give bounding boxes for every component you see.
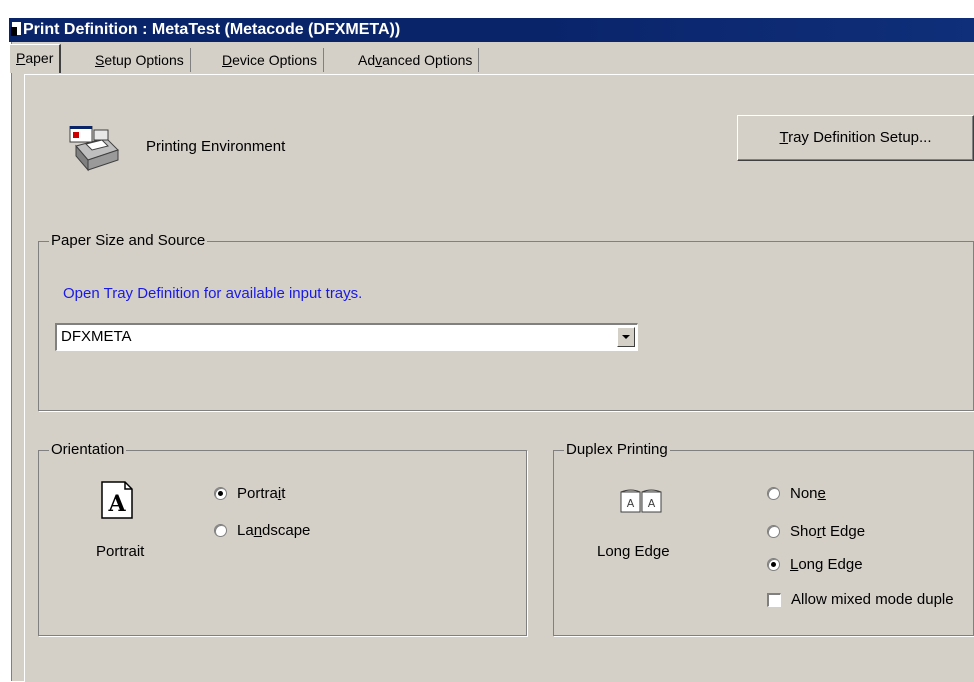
svg-text:A: A [107, 491, 126, 517]
link-text-mnemonic: y [343, 285, 351, 302]
radio-duplex-long-edge[interactable]: Long Edge [767, 556, 863, 573]
radio-portrait-post: t [281, 485, 286, 502]
tab-setup-mnemonic: S [95, 52, 105, 68]
mixed-mode-label: Allow mixed mode duple [791, 591, 954, 608]
tab-paper-label: aper [25, 50, 54, 66]
tab-paper[interactable]: Paper [9, 44, 62, 73]
radio-landscape-post: dscape [262, 522, 311, 539]
tab-setup-options[interactable]: Setup Options [89, 48, 191, 72]
chevron-down-icon[interactable] [617, 327, 635, 347]
duplex-icon-caption: Long Edge [597, 543, 670, 560]
tab-device-mnemonic: D [222, 52, 233, 68]
svg-text:A: A [627, 497, 635, 510]
radio-none-mnemonic: e [817, 485, 826, 502]
radio-duplex-short-edge[interactable]: Sho r t Edge [767, 523, 865, 540]
radio-short-edge-post: t Edge [821, 523, 866, 540]
printer-icon [69, 126, 119, 172]
duplex-printing-legend: Duplex Printing [564, 441, 670, 458]
tab-paper-mnemonic: P [16, 50, 26, 66]
open-tray-definition-link[interactable]: Open Tray Definition for available input… [63, 285, 362, 302]
radio-none-button[interactable] [767, 487, 780, 500]
title-bar[interactable]: Print Definition : MetaTest (Metacode (D… [9, 18, 974, 42]
app-icon [11, 22, 21, 36]
orientation-legend: Orientation [49, 441, 127, 458]
radio-landscape[interactable]: La n dscape [214, 522, 310, 539]
radio-short-edge-button[interactable] [767, 525, 780, 538]
tab-advanced-label: anced Options [382, 52, 473, 68]
radio-portrait-pre: Portra [237, 485, 278, 502]
radio-none-pre: Non [790, 485, 818, 502]
radio-portrait-button[interactable] [214, 487, 227, 500]
tab-strip: Paper Setup Options Device Options Advan… [9, 44, 974, 74]
tray-button-mnemonic: T [779, 129, 789, 146]
tray-definition-setup-button[interactable]: Tray Definition Setup... [737, 115, 974, 161]
portrait-page-icon: A [101, 481, 133, 519]
radio-landscape-button[interactable] [214, 524, 227, 537]
paper-source-value: DFXMETA [61, 328, 132, 345]
tab-device-options[interactable]: Device Options [216, 48, 324, 72]
tab-setup-label: etup Options [104, 52, 184, 68]
allow-mixed-mode-duplex-checkbox[interactable]: Allow mixed mode duple [767, 591, 954, 608]
svg-text:A: A [648, 497, 656, 510]
radio-long-edge-button[interactable] [767, 558, 780, 571]
radio-duplex-none[interactable]: Non e [767, 485, 826, 502]
tray-button-label: ray Definition Setup... [788, 129, 932, 146]
tab-advanced-options[interactable]: Advanced Options [352, 48, 480, 72]
radio-long-edge-post: ong Edge [798, 556, 863, 573]
paper-size-source-legend: Paper Size and Source [49, 232, 208, 249]
printing-environment-label: Printing Environment [146, 138, 286, 155]
mixed-mode-checkbox-box[interactable] [767, 592, 781, 607]
radio-long-edge-mnemonic: L [790, 556, 799, 573]
tab-advanced-pre: Ad [358, 52, 376, 68]
radio-landscape-pre: La [237, 522, 254, 539]
duplex-long-edge-icon: A A [620, 489, 662, 513]
paper-source-select[interactable]: DFXMETA [55, 323, 638, 351]
radio-landscape-mnemonic: n [253, 522, 263, 539]
orientation-icon-caption: Portrait [96, 543, 145, 560]
tab-device-label: evice Options [232, 52, 317, 68]
radio-short-edge-pre: Sho [790, 523, 817, 540]
link-text-pre: Open Tray Definition for available input… [63, 285, 344, 302]
radio-portrait[interactable]: Portra i t [214, 485, 285, 502]
window-title: Print Definition : MetaTest (Metacode (D… [23, 21, 401, 38]
link-text-post: s. [350, 285, 363, 302]
